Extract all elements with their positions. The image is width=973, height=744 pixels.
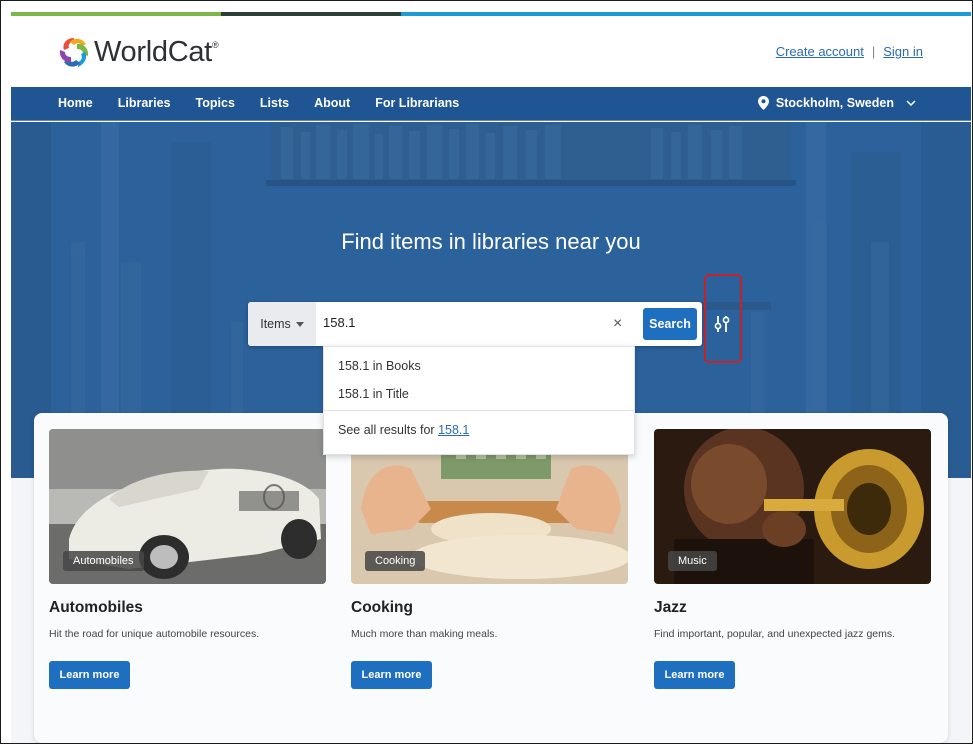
card-title: Automobiles	[49, 599, 143, 616]
see-all-results[interactable]: See all results for 158.1	[338, 423, 469, 437]
learn-more-button[interactable]: Learn more	[654, 661, 735, 689]
sign-in-link[interactable]: Sign in	[883, 44, 923, 59]
search-suggestions: 158.1 in Books 158.1 in Title See all re…	[323, 346, 635, 455]
learn-more-button[interactable]: Learn more	[49, 661, 130, 689]
search-input[interactable]	[323, 315, 603, 330]
worldcat-logo[interactable]: WorldCat®	[56, 34, 219, 70]
hero-title: Find items in libraries near you	[341, 229, 641, 254]
logo-text: WorldCat®	[94, 35, 219, 69]
worldcat-logo-icon	[59, 38, 89, 67]
card-title: Jazz	[654, 599, 687, 616]
topic-card-automobiles: Automobiles Automobiles Hit the road for…	[49, 429, 326, 689]
search-button[interactable]: Search	[643, 308, 697, 340]
card-title: Cooking	[351, 599, 413, 616]
topic-card-jazz: Music Jazz Find important, popular, and …	[654, 429, 931, 689]
nav-item-topics[interactable]: Topics	[196, 96, 235, 110]
create-account-link[interactable]: Create account	[776, 44, 864, 59]
card-badge: Music	[668, 551, 717, 571]
location-label: Stockholm, Sweden	[775, 96, 894, 110]
suggestion-item[interactable]: 158.1 in Title	[338, 387, 409, 401]
see-all-link[interactable]: 158.1	[438, 423, 469, 437]
nav-item-about[interactable]: About	[314, 96, 350, 110]
search-scope-select[interactable]: Items	[248, 302, 316, 346]
browser-frame: WorldCat® Create account | Sign in Home …	[0, 0, 973, 744]
clear-search-icon[interactable]: ×	[613, 315, 622, 333]
card-badge: Automobiles	[63, 551, 144, 571]
learn-more-button[interactable]: Learn more	[351, 661, 432, 689]
card-badge: Cooking	[365, 551, 426, 571]
nav-item-home[interactable]: Home	[58, 96, 93, 110]
map-pin-icon	[757, 96, 769, 110]
account-separator: |	[871, 44, 876, 59]
card-description: Much more than making meals.	[351, 628, 498, 640]
search-bar: Items × Search	[248, 302, 702, 346]
brand-name: WorldCat	[94, 35, 212, 68]
search-scope-label: Items	[260, 317, 291, 331]
card-description: Hit the road for unique automobile resou…	[49, 628, 260, 640]
automobiles-image[interactable]: Automobiles	[49, 429, 326, 584]
nav-item-for-librarians[interactable]: For Librarians	[375, 96, 459, 110]
location-selector[interactable]: Stockholm, Sweden	[757, 96, 916, 110]
site-header: WorldCat® Create account | Sign in	[11, 16, 971, 87]
suggestion-item[interactable]: 158.1 in Books	[338, 359, 421, 373]
sliders-icon[interactable]	[712, 314, 732, 334]
see-all-prefix: See all results for	[338, 423, 435, 437]
topic-card-cooking: Cooking Cooking Much more than making me…	[351, 429, 628, 689]
suggestion-divider	[324, 410, 634, 411]
nav-item-libraries[interactable]: Libraries	[118, 96, 171, 110]
nav-item-lists[interactable]: Lists	[260, 96, 289, 110]
card-description: Find important, popular, and unexpected …	[654, 628, 896, 640]
caret-down-icon	[295, 321, 304, 327]
registered-mark: ®	[211, 39, 219, 50]
chevron-down-icon	[906, 100, 916, 106]
main-nav: Home Libraries Topics Lists About For Li…	[11, 87, 971, 121]
music-image[interactable]: Music	[654, 429, 931, 584]
account-links: Create account | Sign in	[776, 44, 923, 59]
